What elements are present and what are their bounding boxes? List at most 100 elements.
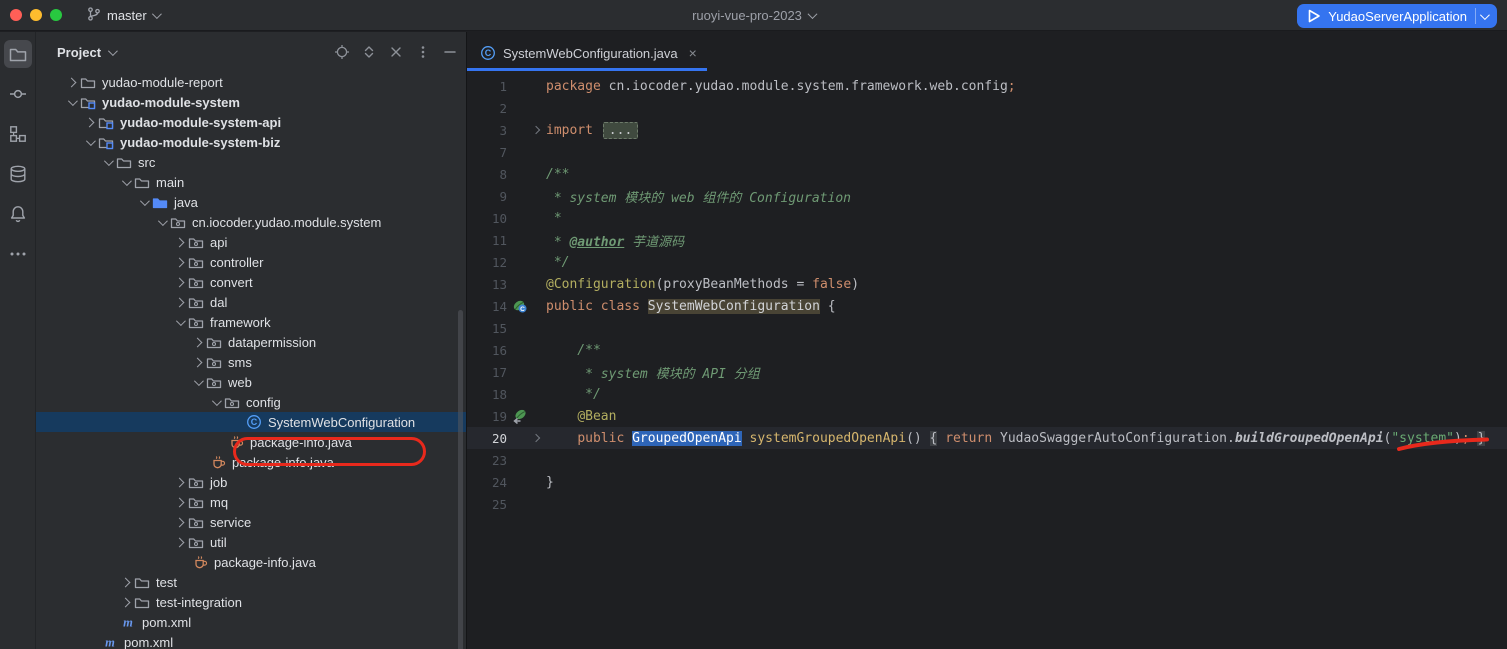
code-line-15[interactable]: 15 <box>467 317 1507 339</box>
folder-icon <box>134 574 150 590</box>
code-editor[interactable]: 1package cn.iocoder.yudao.module.system.… <box>467 71 1507 649</box>
tree-item-yudao-module-system[interactable]: yudao-module-system <box>36 92 466 112</box>
tree-item-systemwebconfiguration[interactable]: CSystemWebConfiguration <box>36 412 466 432</box>
tree-item-main[interactable]: main <box>36 172 466 192</box>
tree-item-framework[interactable]: framework <box>36 312 466 332</box>
tree-item-job[interactable]: job <box>36 472 466 492</box>
commit-icon <box>8 84 28 104</box>
hide-button[interactable] <box>442 44 458 60</box>
tree-item-dal[interactable]: dal <box>36 292 466 312</box>
tree-item-yudao-module-report[interactable]: yudao-module-report <box>36 72 466 92</box>
code-line-20[interactable]: 20 public GroupedOpenApi systemGroupedOp… <box>467 427 1507 449</box>
code-line-7[interactable]: 7 <box>467 141 1507 163</box>
tree-item-label: job <box>210 475 227 490</box>
code-line-14[interactable]: 14Cpublic class SystemWebConfiguration { <box>467 295 1507 317</box>
run-configuration-widget[interactable]: YudaoServerApplication <box>1297 4 1497 28</box>
tree-item-java[interactable]: java <box>36 192 466 212</box>
activity-button-commit[interactable] <box>4 80 32 108</box>
expand-collapse-button[interactable] <box>361 44 377 60</box>
line-number: 24 <box>467 475 507 490</box>
package-icon <box>188 234 204 250</box>
chevron-down-icon[interactable] <box>1480 10 1490 20</box>
line-number: 14 <box>467 299 507 314</box>
line-number: 17 <box>467 365 507 380</box>
code-line-25[interactable]: 25 <box>467 493 1507 515</box>
tree-item-test[interactable]: test <box>36 572 466 592</box>
activity-button-project[interactable] <box>4 40 32 68</box>
code-line-24[interactable]: 24} <box>467 471 1507 493</box>
tree-item-web[interactable]: web <box>36 372 466 392</box>
code-line-16[interactable]: 16 /** <box>467 339 1507 361</box>
tree-item-package-info-java[interactable]: package-info.java <box>36 552 466 572</box>
tree-item-label: pom.xml <box>142 615 191 630</box>
window-controls <box>10 9 62 21</box>
tree-item-test-integration[interactable]: test-integration <box>36 592 466 612</box>
code-line-2[interactable]: 2 <box>467 97 1507 119</box>
tree-item-config[interactable]: config <box>36 392 466 412</box>
code-line-19[interactable]: 19 @Bean <box>467 405 1507 427</box>
tree-item-label: yudao-module-system-biz <box>120 135 280 150</box>
activity-button-more[interactable] <box>4 240 32 268</box>
tree-item-yudao-module-system-api[interactable]: yudao-module-system-api <box>36 112 466 132</box>
tree-item-convert[interactable]: convert <box>36 272 466 292</box>
tree-item-label: web <box>228 375 252 390</box>
code-line-23[interactable]: 23 <box>467 449 1507 471</box>
tree-item-label: src <box>138 155 155 170</box>
project-panel-toolbar <box>334 44 458 60</box>
code-line-18[interactable]: 18 */ <box>467 383 1507 405</box>
tree-item-util[interactable]: util <box>36 532 466 552</box>
tree-item-label: config <box>246 395 281 410</box>
close-tab-icon[interactable]: × <box>689 45 697 61</box>
code-line-13[interactable]: 13@Configuration(proxyBeanMethods = fals… <box>467 273 1507 295</box>
svg-text:C: C <box>485 48 492 58</box>
tree-item-sms[interactable]: sms <box>36 352 466 372</box>
code-line-1[interactable]: 1package cn.iocoder.yudao.module.system.… <box>467 75 1507 97</box>
fold-arrow-icon[interactable] <box>529 435 543 441</box>
tree-item-yudao-module-system-biz[interactable]: yudao-module-system-biz <box>36 132 466 152</box>
code-line-3[interactable]: 3import ... <box>467 119 1507 141</box>
chevron-down-icon[interactable] <box>108 46 118 56</box>
folder-icon <box>80 74 96 90</box>
close-window-button[interactable] <box>10 9 22 21</box>
chevron-down-icon <box>152 9 162 19</box>
code-line-10[interactable]: 10 * <box>467 207 1507 229</box>
project-title-dropdown[interactable]: ruoyi-vue-pro-2023 <box>692 8 815 23</box>
code-line-17[interactable]: 17 * system 模块的 API 分组 <box>467 361 1507 383</box>
tree-item-src[interactable]: src <box>36 152 466 172</box>
tree-item-mq[interactable]: mq <box>36 492 466 512</box>
minimize-window-button[interactable] <box>30 9 42 21</box>
line-number: 15 <box>467 321 507 336</box>
editor-tab-bar: C SystemWebConfiguration.java × <box>467 32 1507 71</box>
tree-item-cn-iocoder-yudao-module-system[interactable]: cn.iocoder.yudao.module.system <box>36 212 466 232</box>
tree-scrollbar[interactable] <box>458 310 463 649</box>
tree-item-package-info-java[interactable]: package-info.java <box>36 432 466 452</box>
fold-arrow-icon[interactable] <box>529 127 543 133</box>
package-icon <box>170 214 186 230</box>
locate-button[interactable] <box>334 44 350 60</box>
tree-item-service[interactable]: service <box>36 512 466 532</box>
tree-item-datapermission[interactable]: datapermission <box>36 332 466 352</box>
git-branch-widget[interactable]: master <box>86 6 159 25</box>
tree-item-label: pom.xml <box>124 635 173 649</box>
code-line-12[interactable]: 12 */ <box>467 251 1507 273</box>
structure-icon <box>8 124 28 144</box>
package-icon <box>188 474 204 490</box>
activity-button-database[interactable] <box>4 160 32 188</box>
package-icon <box>188 494 204 510</box>
code-line-9[interactable]: 9 * system 模块的 web 组件的 Configuration <box>467 185 1507 207</box>
tree-item-api[interactable]: api <box>36 232 466 252</box>
zoom-window-button[interactable] <box>50 9 62 21</box>
tree-item-pom-xml[interactable]: mpom.xml <box>36 632 466 649</box>
package-icon <box>188 534 204 550</box>
tree-item-pom-xml[interactable]: mpom.xml <box>36 612 466 632</box>
close-button[interactable] <box>388 44 404 60</box>
tree-item-label: api <box>210 235 227 250</box>
tree-item-package-info-java[interactable]: package-info.java <box>36 452 466 472</box>
activity-button-notifications[interactable] <box>4 200 32 228</box>
editor-tab-systemwebconfiguration[interactable]: C SystemWebConfiguration.java × <box>467 35 707 71</box>
activity-button-structure[interactable] <box>4 120 32 148</box>
code-line-8[interactable]: 8/** <box>467 163 1507 185</box>
tree-item-controller[interactable]: controller <box>36 252 466 272</box>
kebab-menu-button[interactable] <box>415 44 431 60</box>
code-line-11[interactable]: 11 * @author 芋道源码 <box>467 229 1507 251</box>
